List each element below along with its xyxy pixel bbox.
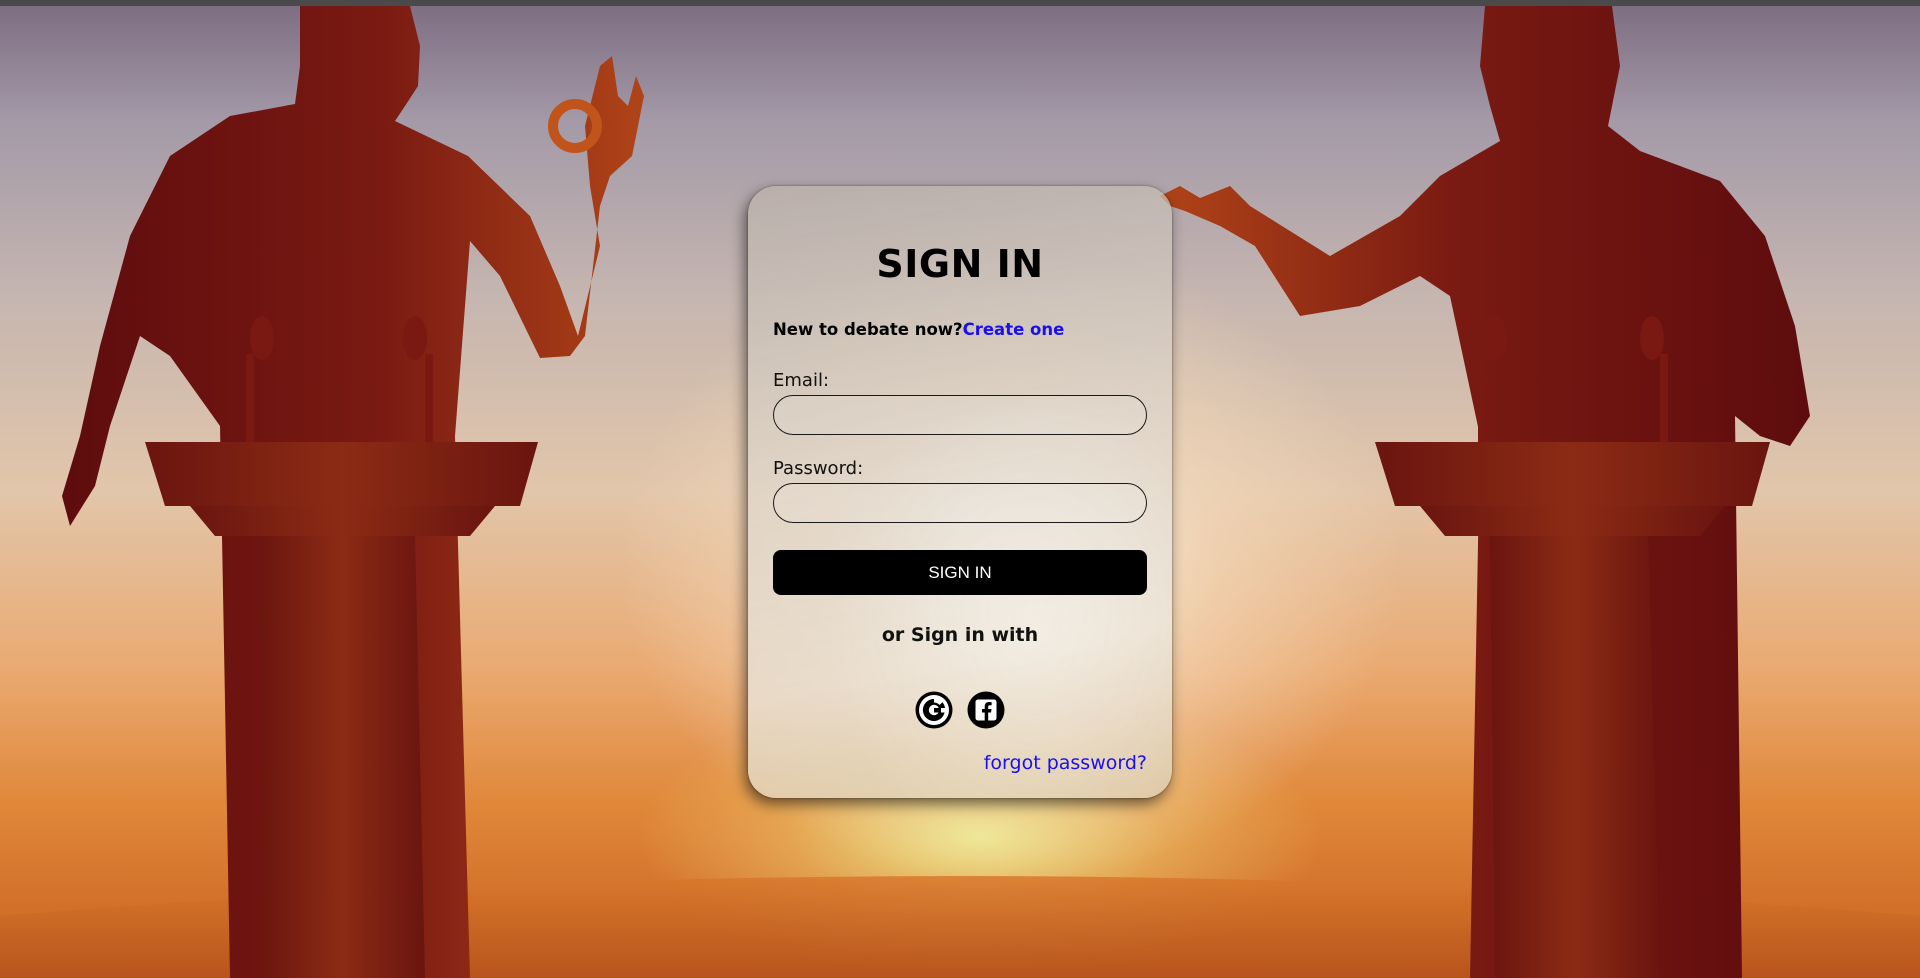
signup-prompt: New to debate now?Create one	[773, 320, 1064, 339]
social-sign-in-heading: or Sign in with	[881, 624, 1039, 646]
email-label: Email:	[773, 370, 830, 391]
sign-in-card: SIGN IN New to debate now?Create one Ema…	[748, 186, 1172, 798]
facebook-icon[interactable]	[966, 690, 1006, 730]
password-field[interactable]	[773, 483, 1147, 523]
forgot-password-link[interactable]: forgot password?	[984, 752, 1147, 774]
password-label: Password:	[773, 458, 864, 479]
page-title: SIGN IN	[876, 242, 1044, 286]
social-sign-in-buttons	[748, 690, 1172, 730]
sign-in-button[interactable]: SIGN IN	[773, 550, 1147, 595]
create-account-link[interactable]: Create one	[963, 320, 1065, 339]
google-icon[interactable]	[914, 690, 954, 730]
email-field[interactable]	[773, 395, 1147, 435]
signup-prompt-text: New to debate now?	[773, 320, 963, 339]
